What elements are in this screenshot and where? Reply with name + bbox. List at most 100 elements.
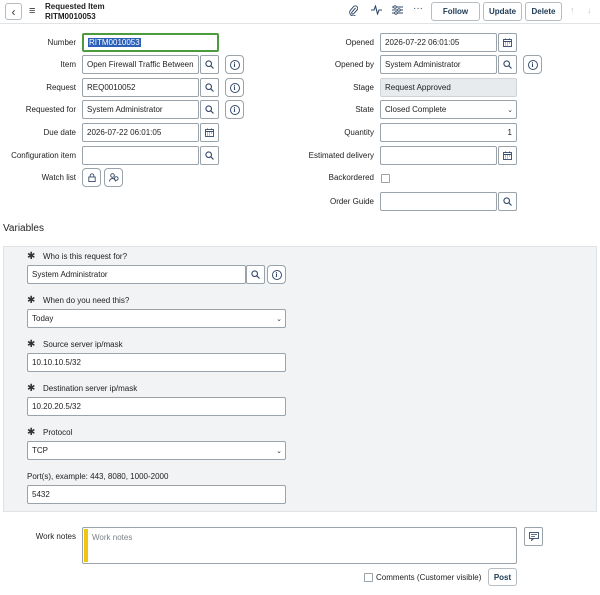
when-need-label: When do you need this? [43,296,130,305]
hamburger-menu-icon[interactable]: ≡ [29,5,35,17]
configuration-item-label: Configuration item [11,151,76,160]
lock-icon [87,173,96,182]
protocol-select[interactable]: TCP ⌄ [27,441,286,460]
who-for-search-button[interactable] [246,265,265,284]
requested-for-search-button[interactable] [200,100,219,119]
state-label: State [355,105,374,114]
dest-ip-field[interactable]: 10.20.20.5/32 [27,397,286,416]
variables-heading: Variables [3,223,44,234]
request-search-button[interactable] [200,78,219,97]
due-date-field[interactable]: 2026-07-22 06:01:05 [82,123,199,142]
watch-list-lock-button[interactable] [82,168,101,187]
backordered-checkbox[interactable] [381,174,390,183]
delete-button[interactable]: Delete [525,2,562,21]
search-icon [503,60,512,69]
paperclip-icon[interactable] [349,5,359,19]
ports-label: Port(s), example: 443, 8080, 1000-2000 [27,472,169,481]
when-need-value: Today [32,314,54,323]
ports-field[interactable]: 5432 [27,485,286,504]
requested-for-info-button[interactable]: i [225,100,244,119]
work-notes-label: Work notes [35,532,76,541]
opened-by-search-button[interactable] [498,55,517,74]
previous-record-icon[interactable]: ↑ [570,5,575,15]
post-button[interactable]: Post [488,568,517,586]
settings-sliders-icon[interactable] [392,5,403,18]
due-date-label: Due date [43,128,76,137]
due-date-calendar-button[interactable] [200,123,219,142]
stage-field: Request Approved [380,78,517,97]
request-field[interactable]: REQ0010052 [82,78,199,97]
quantity-field[interactable]: 1 [380,123,517,142]
number-label: Number [47,38,76,47]
opened-by-info-button[interactable]: i [523,55,542,74]
opened-field[interactable]: 2026-07-22 06:01:05 [380,33,497,52]
search-icon [205,83,214,92]
number-field[interactable]: RITM0010053 [82,33,219,52]
requested-for-field[interactable]: System Administrator [82,100,199,119]
watch-list-label: Watch list [41,173,76,182]
calendar-icon [503,38,512,47]
follow-button[interactable]: Follow [431,2,480,21]
comments-label: Comments (Customer visible) [376,573,482,582]
configuration-item-search-button[interactable] [200,146,219,165]
requested-for-label: Requested for [25,105,76,114]
back-button[interactable]: ‹ [5,3,22,20]
info-icon: i [271,269,282,280]
chevron-down-icon: ⌄ [276,448,282,455]
info-icon: i [229,104,240,115]
opened-calendar-button[interactable] [498,33,517,52]
item-field[interactable]: Open Firewall Traffic Between [82,55,199,74]
estimated-delivery-label: Estimated delivery [308,151,374,160]
search-icon [251,270,260,279]
state-select[interactable]: Closed Complete ⌄ [380,100,517,119]
protocol-label: Protocol [43,428,73,437]
watch-list-add-me-button[interactable] [104,168,123,187]
item-search-button[interactable] [200,55,219,74]
estimated-delivery-field[interactable] [380,146,497,165]
required-icon: ✱ [27,251,36,262]
more-options-icon[interactable]: ··· [413,3,423,14]
quantity-label: Quantity [344,128,374,137]
update-button[interactable]: Update [483,2,522,21]
request-info-button[interactable]: i [225,78,244,97]
order-guide-label: Order Guide [329,197,374,206]
search-icon [205,151,214,160]
next-record-icon[interactable]: ↓ [587,5,592,15]
activity-icon[interactable] [371,4,382,18]
record-number: RITM0010053 [45,12,96,21]
work-notes-placeholder: Work notes [92,533,133,542]
required-icon: ✱ [27,339,36,350]
protocol-value: TCP [32,446,48,455]
search-icon [205,105,214,114]
dest-ip-label: Destination server ip/mask [43,384,138,393]
item-info-button[interactable]: i [225,55,244,74]
work-notes-marker [84,529,88,562]
when-need-select[interactable]: Today ⌄ [27,309,286,328]
work-notes-textarea[interactable]: Work notes [82,527,517,564]
comments-checkbox[interactable] [364,573,373,582]
order-guide-field[interactable] [380,192,497,211]
request-label: Request [46,83,76,92]
configuration-item-field[interactable] [82,146,199,165]
opened-label: Opened [345,38,374,47]
source-ip-label: Source server ip/mask [43,340,123,349]
notes-toggle-icon [528,532,539,541]
opened-by-field[interactable]: System Administrator [380,55,497,74]
state-value: Closed Complete [385,105,447,114]
required-icon: ✱ [27,427,36,438]
search-icon [205,60,214,69]
number-value: RITM0010053 [88,38,141,47]
source-ip-field[interactable]: 10.10.10.5/32 [27,353,286,372]
who-for-field[interactable]: System Administrator [27,265,246,284]
add-user-icon [108,173,119,182]
record-type: Requested Item [45,2,105,11]
work-notes-toggle-button[interactable] [524,527,543,546]
chevron-down-icon: ⌄ [276,316,282,323]
stage-label: Stage [353,83,374,92]
estimated-delivery-calendar-button[interactable] [498,146,517,165]
who-for-info-button[interactable]: i [267,265,286,284]
order-guide-search-button[interactable] [498,192,517,211]
calendar-icon [205,128,214,137]
required-icon: ✱ [27,295,36,306]
info-icon: i [229,82,240,93]
